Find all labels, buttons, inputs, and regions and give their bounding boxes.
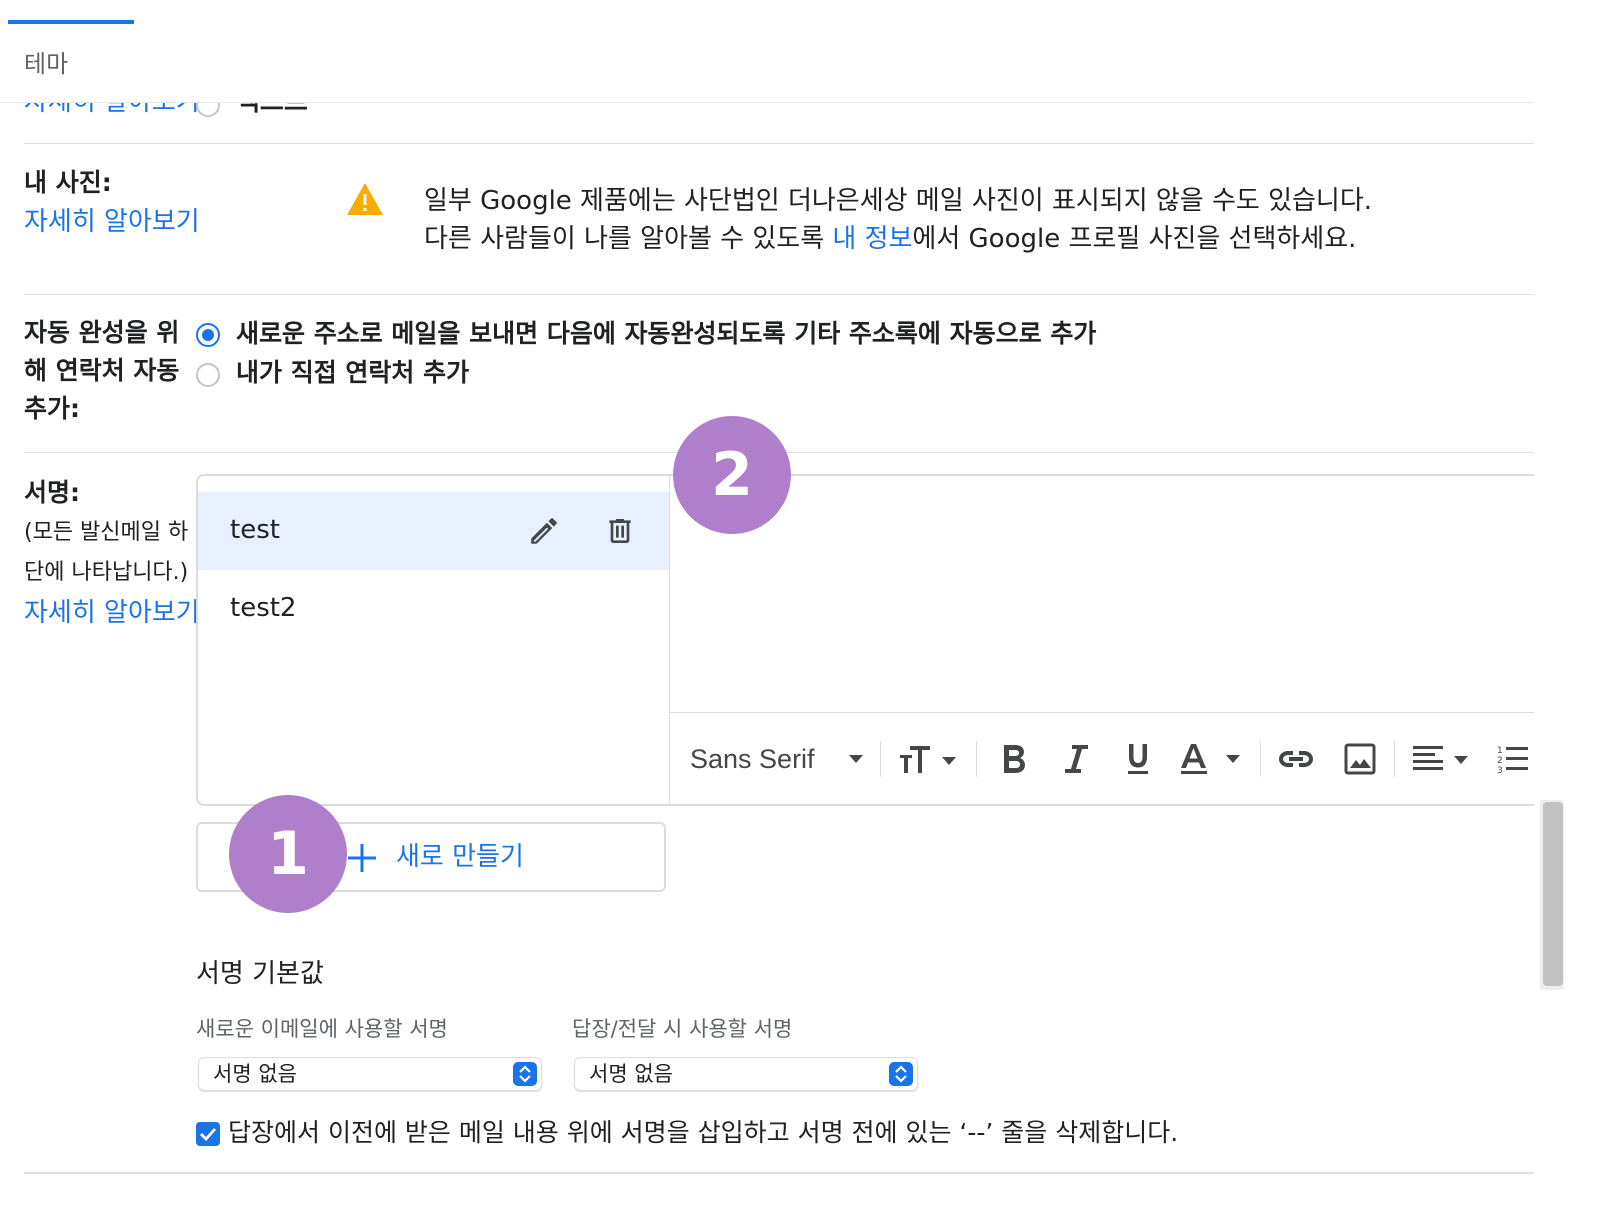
my-photo-message-text-end: 에서 Google 프로필 사진을 선택하세요. <box>912 224 1357 254</box>
autocomplete-radio-manual-label[interactable]: 내가 직접 연락처 추가 <box>236 355 469 391</box>
link-icon[interactable] <box>1274 737 1318 781</box>
warning-icon <box>347 183 383 215</box>
delete-icon[interactable] <box>602 513 638 549</box>
autocomplete-label-line3: 추가: <box>24 394 80 423</box>
align-icon[interactable] <box>1410 737 1476 781</box>
signature-note-line1: (모든 발신메일 하 <box>24 520 189 545</box>
select-arrows-icon <box>513 1062 537 1086</box>
svg-text:2: 2 <box>1497 756 1503 766</box>
signature-editor-textarea[interactable] <box>670 476 1534 712</box>
numbered-list-icon[interactable]: 123 <box>1496 737 1534 781</box>
text-size-icon[interactable] <box>896 737 962 781</box>
signature-list: test test2 <box>196 474 670 806</box>
my-photo-message-line2: 다른 사람들이 나를 알아볼 수 있도록 내 정보에서 Google 프로필 사… <box>424 220 1372 258</box>
toolbar-separator <box>880 741 881 777</box>
signature-defaults-title: 서명 기본값 <box>196 959 324 989</box>
signature-label: 서명: <box>24 478 80 507</box>
section-divider <box>24 294 1534 295</box>
toolbar-separator <box>1394 741 1395 777</box>
chevron-down-icon <box>849 755 863 763</box>
my-photo-label: 내 사진: <box>24 168 112 197</box>
my-photo-message-text: 다른 사람들이 나를 알아볼 수 있도록 <box>424 224 833 254</box>
autocomplete-radio-auto-label[interactable]: 새로운 주소로 메일을 보내면 다음에 자동완성되도록 기타 주소록에 자동으로… <box>236 316 1096 352</box>
insert-signature-before-quote-label[interactable]: 답장에서 이전에 받은 메일 내용 위에 서명을 삽입하고 서명 전에 있는 ‘… <box>228 1114 1178 1152</box>
callout-badge-2: 2 <box>673 416 791 534</box>
previous-radio-label: 텍스트 <box>236 103 308 119</box>
insert-signature-before-quote-checkbox[interactable] <box>196 1122 220 1146</box>
autocomplete-radio-manual[interactable] <box>196 363 220 387</box>
active-tab-indicator <box>8 20 134 24</box>
reply-signature-label: 답장/전달 시 사용할 서명 <box>572 1017 793 1041</box>
callout-badge-1: 1 <box>229 795 347 913</box>
text-color-icon[interactable] <box>1180 737 1248 781</box>
reply-signature-select[interactable]: 서명 없음 <box>574 1057 918 1091</box>
new-email-signature-select[interactable]: 서명 없음 <box>198 1057 542 1091</box>
signature-list-item[interactable]: test2 <box>198 570 669 648</box>
image-icon[interactable] <box>1338 737 1382 781</box>
svg-text:1: 1 <box>1497 746 1503 756</box>
create-new-signature-label: 새로 만들기 <box>396 842 524 872</box>
underline-icon[interactable] <box>1118 737 1158 781</box>
previous-learn-more-link[interactable]: 자세히 알아보기 <box>24 103 200 119</box>
new-email-signature-value: 서명 없음 <box>213 1062 297 1086</box>
my-photo-message-line1: 일부 Google 제품에는 사단법인 더나은세상 메일 사진이 표시되지 않을… <box>424 186 1373 216</box>
signature-name: test2 <box>230 593 297 623</box>
tab-theme[interactable]: 테마 <box>24 48 68 80</box>
new-email-signature-label: 새로운 이메일에 사용할 서명 <box>196 1017 448 1041</box>
previous-section-row: 자세히 알아보기 텍스트 <box>0 103 1534 119</box>
toolbar-separator <box>976 741 977 777</box>
autocomplete-radio-auto[interactable] <box>196 323 220 347</box>
font-select[interactable]: Sans Serif <box>690 737 870 781</box>
autocomplete-label-line2: 해 연락처 자동 <box>24 356 180 385</box>
my-info-link[interactable]: 내 정보 <box>832 224 912 254</box>
italic-icon[interactable] <box>1056 737 1096 781</box>
toolbar-separator <box>1260 741 1261 777</box>
autocomplete-label: 자동 완성을 위 해 연락처 자동 추가: <box>24 314 179 428</box>
plus-icon <box>348 844 376 872</box>
signature-name: test <box>230 515 280 545</box>
select-arrows-icon <box>889 1062 913 1086</box>
checkmark-icon <box>200 1128 217 1141</box>
signature-editor: Sans Serif 1 2 3 <box>670 474 1534 806</box>
svg-text:3: 3 <box>1497 766 1503 775</box>
signature-note: (모든 발신메일 하 단에 나타납니다.) <box>24 513 188 593</box>
scrollbar-thumb[interactable] <box>1543 802 1563 986</box>
reply-signature-value: 서명 없음 <box>589 1062 673 1086</box>
autocomplete-label-line1: 자동 완성을 위 <box>24 318 180 347</box>
bold-icon[interactable] <box>994 737 1034 781</box>
signature-list-item[interactable]: test <box>198 492 669 570</box>
signature-note-line2: 단에 나타납니다.) <box>24 560 189 585</box>
section-divider <box>24 1172 1534 1174</box>
signature-learn-more-link[interactable]: 자세히 알아보기 <box>24 596 200 630</box>
section-divider <box>24 143 1534 144</box>
my-photo-message: 일부 Google 제품에는 사단법인 더나은세상 메일 사진이 표시되지 않을… <box>424 182 1372 258</box>
font-select-value: Sans Serif <box>690 743 815 774</box>
edit-icon[interactable] <box>526 513 562 549</box>
formatting-toolbar: Sans Serif 1 2 3 <box>670 713 1534 805</box>
my-photo-learn-more-link[interactable]: 자세히 알아보기 <box>24 205 200 239</box>
